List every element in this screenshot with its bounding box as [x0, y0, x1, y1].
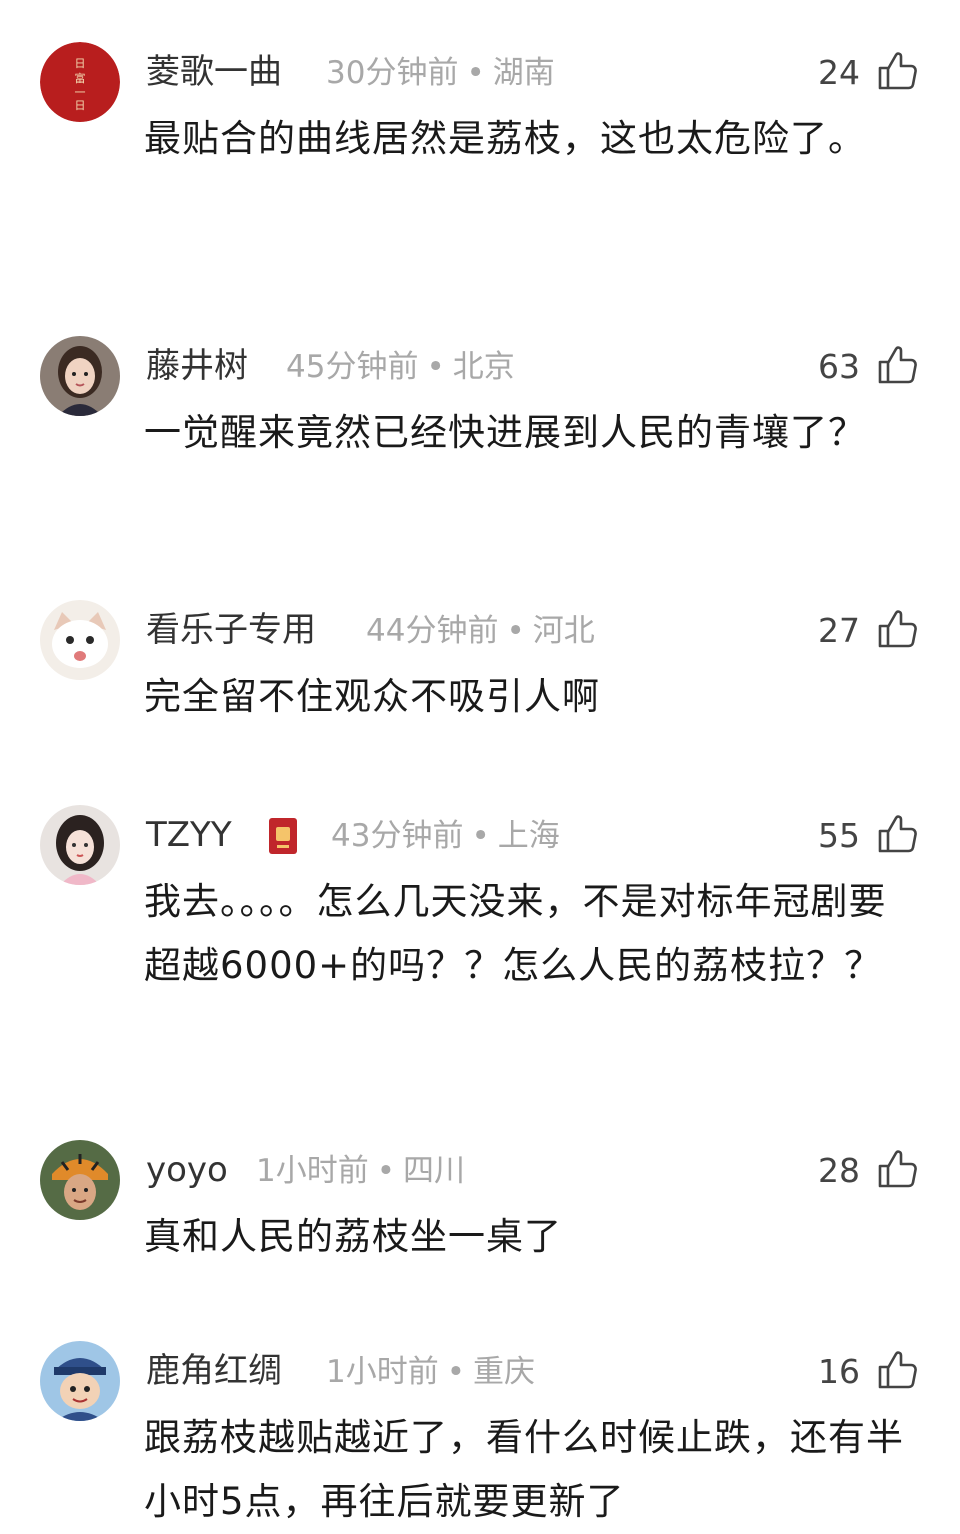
svg-text:日: 日 — [75, 99, 86, 112]
comment-meta: 1小时前 • 四川 — [256, 1151, 465, 1191]
separator-dot: • — [471, 818, 490, 854]
separator-dot: • — [506, 613, 525, 649]
like-count: 16 — [818, 1352, 860, 1391]
comment-text: 我去。。。。怎么几天没来，不是对标年冠剧要超越6000+的吗？？怎么人民的荔枝拉… — [144, 880, 887, 987]
username[interactable]: 看乐子专用 — [146, 607, 316, 653]
like-count: 55 — [818, 816, 860, 855]
comment-meta: 45分钟前 • 北京 — [286, 347, 515, 387]
comment-meta: 43分钟前 • 上海 — [331, 816, 560, 856]
separator-dot: • — [426, 349, 445, 385]
thumb-up-icon[interactable] — [874, 342, 920, 388]
username[interactable]: TZYY — [146, 812, 232, 858]
like-count: 27 — [818, 611, 860, 650]
timestamp: 1小时前 — [326, 1354, 439, 1390]
username[interactable]: 鹿角红绸 — [146, 1348, 282, 1394]
avatar[interactable] — [40, 805, 120, 885]
avatar[interactable] — [40, 1341, 120, 1421]
like-count: 28 — [818, 1151, 860, 1190]
like-count: 24 — [818, 53, 860, 92]
avatar[interactable] — [40, 600, 120, 680]
location: 湖南 — [492, 55, 555, 91]
thumb-up-icon[interactable] — [874, 606, 920, 652]
svg-text:一: 一 — [75, 86, 86, 99]
separator-dot: • — [446, 1354, 466, 1390]
thumb-up-icon[interactable] — [874, 48, 920, 94]
svg-text:日: 日 — [75, 57, 86, 70]
comment-text: 完全留不住观众不吸引人啊 — [144, 675, 600, 718]
like-count: 63 — [818, 347, 860, 386]
timestamp: 44分钟前 — [366, 613, 499, 649]
separator-dot: • — [376, 1153, 396, 1189]
comment-text: 一觉醒来竟然已经快进展到人民的青壤了？ — [144, 411, 866, 454]
thumb-up-icon[interactable] — [874, 1347, 920, 1393]
timestamp: 1小时前 — [256, 1153, 369, 1189]
location: 北京 — [452, 349, 515, 385]
avatar[interactable] — [40, 336, 120, 416]
separator-dot: • — [466, 55, 485, 91]
red-badge-icon — [269, 818, 297, 854]
comment-meta: 1小时前 • 重庆 — [326, 1352, 535, 1392]
avatar[interactable]: 日 富 一 日 — [40, 42, 120, 122]
comment-text: 真和人民的荔枝坐一桌了 — [144, 1215, 562, 1258]
timestamp: 43分钟前 — [331, 818, 464, 854]
comment-meta: 44分钟前 • 河北 — [366, 611, 595, 651]
thumb-up-icon[interactable] — [874, 811, 920, 857]
username[interactable]: 菱歌一曲 — [146, 49, 282, 95]
location: 河北 — [532, 613, 595, 649]
timestamp: 45分钟前 — [286, 349, 419, 385]
location: 四川 — [403, 1153, 466, 1189]
svg-text:富: 富 — [75, 71, 86, 85]
location: 上海 — [497, 818, 560, 854]
avatar[interactable] — [40, 1140, 120, 1220]
comment-text: 跟荔枝越贴越近了，看什么时候止跌，还有半小时5点，再往后就要更新了 — [144, 1416, 904, 1523]
location: 重庆 — [473, 1354, 536, 1390]
username[interactable]: yoyo — [146, 1147, 228, 1193]
timestamp: 30分钟前 — [326, 55, 459, 91]
username[interactable]: 藤井树 — [146, 343, 248, 389]
comment-text: 最贴合的曲线居然是荔枝，这也太危险了。 — [144, 117, 866, 160]
thumb-up-icon[interactable] — [874, 1146, 920, 1192]
comment-meta: 30分钟前 • 湖南 — [326, 53, 555, 93]
